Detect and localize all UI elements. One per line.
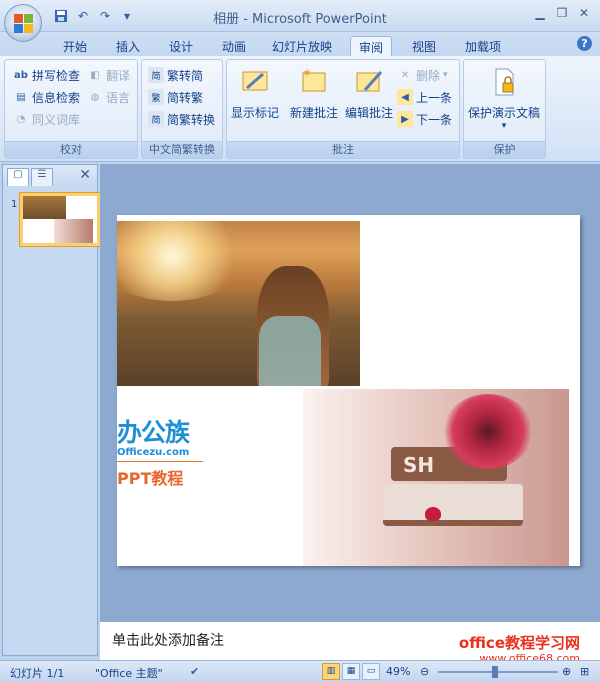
thumb-photo-2 (54, 219, 93, 243)
group-comments: 显示标记 ✶ 新建批注 编辑批注 ✕ 删除 ▾ ◀ 上一条 ▶ 下一条 批注 (226, 59, 460, 159)
show-markup-button[interactable]: 显示标记 (231, 66, 279, 121)
convert-icon: 简 (148, 111, 164, 127)
tab-review[interactable]: 审阅 (350, 36, 393, 57)
notes-placeholder[interactable]: 单击此处添加备注 (112, 630, 224, 650)
office-logo-icon (14, 14, 34, 34)
ribbon-tabs: 开始 插入 设计 动画 幻灯片放映 审阅 视图 加载项 ? (0, 32, 600, 57)
dropdown-arrow-icon: ▾ (501, 121, 507, 131)
previous-comment-icon: ◀ (397, 89, 413, 105)
thumbnail-number: 1 (11, 199, 18, 210)
tab-addins[interactable]: 加载项 (457, 36, 509, 56)
slide-sorter-button[interactable]: ▦ (342, 663, 360, 680)
edit-comment-button[interactable]: 编辑批注 (345, 66, 393, 121)
slideshow-view-button[interactable]: ▭ (362, 663, 380, 680)
tab-animations[interactable]: 动画 (214, 36, 254, 56)
logo-tag-text: PPT教程 (117, 469, 184, 488)
minimize-button[interactable]: ▁ (530, 4, 550, 22)
theme-name: "Office 主题" (95, 667, 163, 680)
edit-comment-icon (356, 71, 383, 92)
heart-icon (425, 507, 441, 521)
normal-view-button[interactable]: ▥ (322, 663, 340, 680)
slide-canvas[interactable]: SH 办公族 Officezu.com PPT教程 (117, 215, 580, 566)
show-markup-icon (242, 71, 268, 91)
delete-comment-button[interactable]: ✕ 删除 ▾ (397, 65, 448, 85)
tab-design[interactable]: 设计 (161, 36, 201, 56)
t2s-icon: 简 (148, 67, 164, 83)
delete-comment-icon: ✕ (400, 69, 410, 81)
window-title: 相册 - Microsoft PowerPoint (213, 12, 387, 27)
s2t-button[interactable]: 繁 简转繁 (148, 87, 203, 107)
protect-presentation-button[interactable]: 保护演示文稿 ▾ (468, 66, 540, 131)
help-icon[interactable]: ? (577, 36, 592, 51)
zoom-slider[interactable] (438, 671, 558, 673)
zoom-slider-thumb[interactable] (492, 666, 498, 678)
group-label-proofing: 校对 (5, 141, 137, 158)
new-comment-icon: ✶ (302, 66, 326, 92)
slides-pane-tabs: ▢ ☰ ✕ (3, 165, 97, 187)
group-proofing: ab 拼写检查 ◧ 翻译 ▤ 信息检索 ◍ 语言 ◔ 同义词库 校对 (4, 59, 138, 159)
slides-tab[interactable]: ▢ (7, 168, 29, 186)
site-logo: 办公族 Officezu.com PPT教程 (117, 419, 203, 489)
tab-insert[interactable]: 插入 (108, 36, 148, 56)
previous-comment-button[interactable]: ◀ 上一条 (397, 87, 452, 107)
language-button[interactable]: ◍ 语言 (87, 87, 130, 107)
tab-view[interactable]: 视图 (404, 36, 444, 56)
svg-text:✶: ✶ (302, 66, 312, 80)
protect-document-icon (495, 68, 514, 96)
notes-pane[interactable]: 单击此处添加备注 office教程学习网 www.office68.com (100, 620, 600, 665)
thumb-photo-1 (23, 196, 66, 219)
group-chinese-conversion: 简 繁转简 繁 简转繁 简 简繁转换 中文简繁转换 (141, 59, 223, 159)
research-icon: ▤ (16, 91, 26, 103)
spell-check-icon: ab (14, 69, 28, 81)
thesaurus-icon: ◔ (16, 113, 26, 125)
research-button[interactable]: ▤ 信息检索 (13, 87, 80, 107)
group-protect: 保护演示文稿 ▾ 保护 (463, 59, 546, 159)
convert-button[interactable]: 简 简繁转换 (148, 109, 215, 129)
office-button[interactable] (4, 4, 42, 42)
close-pane-icon[interactable]: ✕ (79, 167, 91, 183)
status-bar: 幻灯片 1/1 "Office 主题" ✔ ▥ ▦ ▭ 49% ⊖ ⊕ ⊞ (0, 660, 600, 682)
flower-icon (443, 394, 533, 469)
outline-tab[interactable]: ☰ (31, 168, 53, 186)
photo-girl-field[interactable] (117, 221, 360, 386)
translate-icon: ◧ (90, 69, 100, 81)
new-comment-button[interactable]: ✶ 新建批注 (290, 66, 338, 121)
zoom-out-icon[interactable]: ⊖ (420, 665, 429, 678)
title-bar: ↶ ↷ ▾ 相册 - Microsoft PowerPoint ▁ ❐ ✕ (0, 0, 600, 32)
ribbon: ab 拼写检查 ◧ 翻译 ▤ 信息检索 ◍ 语言 ◔ 同义词库 校对 简 繁转简… (0, 56, 600, 162)
photo-books-flower[interactable]: SH (303, 389, 569, 566)
slide-thumbnail[interactable] (19, 192, 101, 247)
watermark-line1: office教程学习网 (458, 634, 580, 652)
window-controls: ▁ ❐ ✕ (530, 4, 594, 22)
next-comment-button[interactable]: ▶ 下一条 (397, 109, 452, 129)
logo-sub-text: Officezu.com (117, 447, 190, 458)
book-bottom (383, 484, 523, 526)
slides-pane: ▢ ☰ ✕ 1 (2, 164, 101, 656)
t2s-button[interactable]: 简 繁转简 (148, 65, 203, 85)
thesaurus-button[interactable]: ◔ 同义词库 (13, 109, 80, 129)
restore-button[interactable]: ❐ (552, 4, 572, 22)
zoom-level[interactable]: 49% (386, 665, 410, 678)
spelling-status-icon[interactable]: ✔ (190, 665, 199, 678)
slide-counter: 幻灯片 1/1 (10, 667, 65, 680)
next-comment-icon: ▶ (397, 111, 413, 127)
language-icon: ◍ (90, 91, 100, 103)
group-label-comments: 批注 (227, 141, 459, 158)
logo-main-text: 办公族 (117, 418, 190, 447)
book-title-text: SH (403, 453, 435, 477)
translate-button[interactable]: ◧ 翻译 (87, 65, 130, 85)
slide-editing-area: SH 办公族 Officezu.com PPT教程 (100, 164, 600, 620)
close-button[interactable]: ✕ (574, 4, 594, 22)
group-label-protect: 保护 (464, 141, 545, 158)
s2t-icon: 繁 (148, 89, 164, 105)
zoom-in-icon[interactable]: ⊕ (562, 665, 571, 678)
tab-slideshow[interactable]: 幻灯片放映 (264, 36, 340, 56)
spell-check-button[interactable]: ab 拼写检查 (13, 65, 80, 85)
group-label-chinese: 中文简繁转换 (142, 141, 222, 158)
fit-to-window-icon[interactable]: ⊞ (580, 665, 589, 678)
tab-home[interactable]: 开始 (55, 36, 95, 56)
